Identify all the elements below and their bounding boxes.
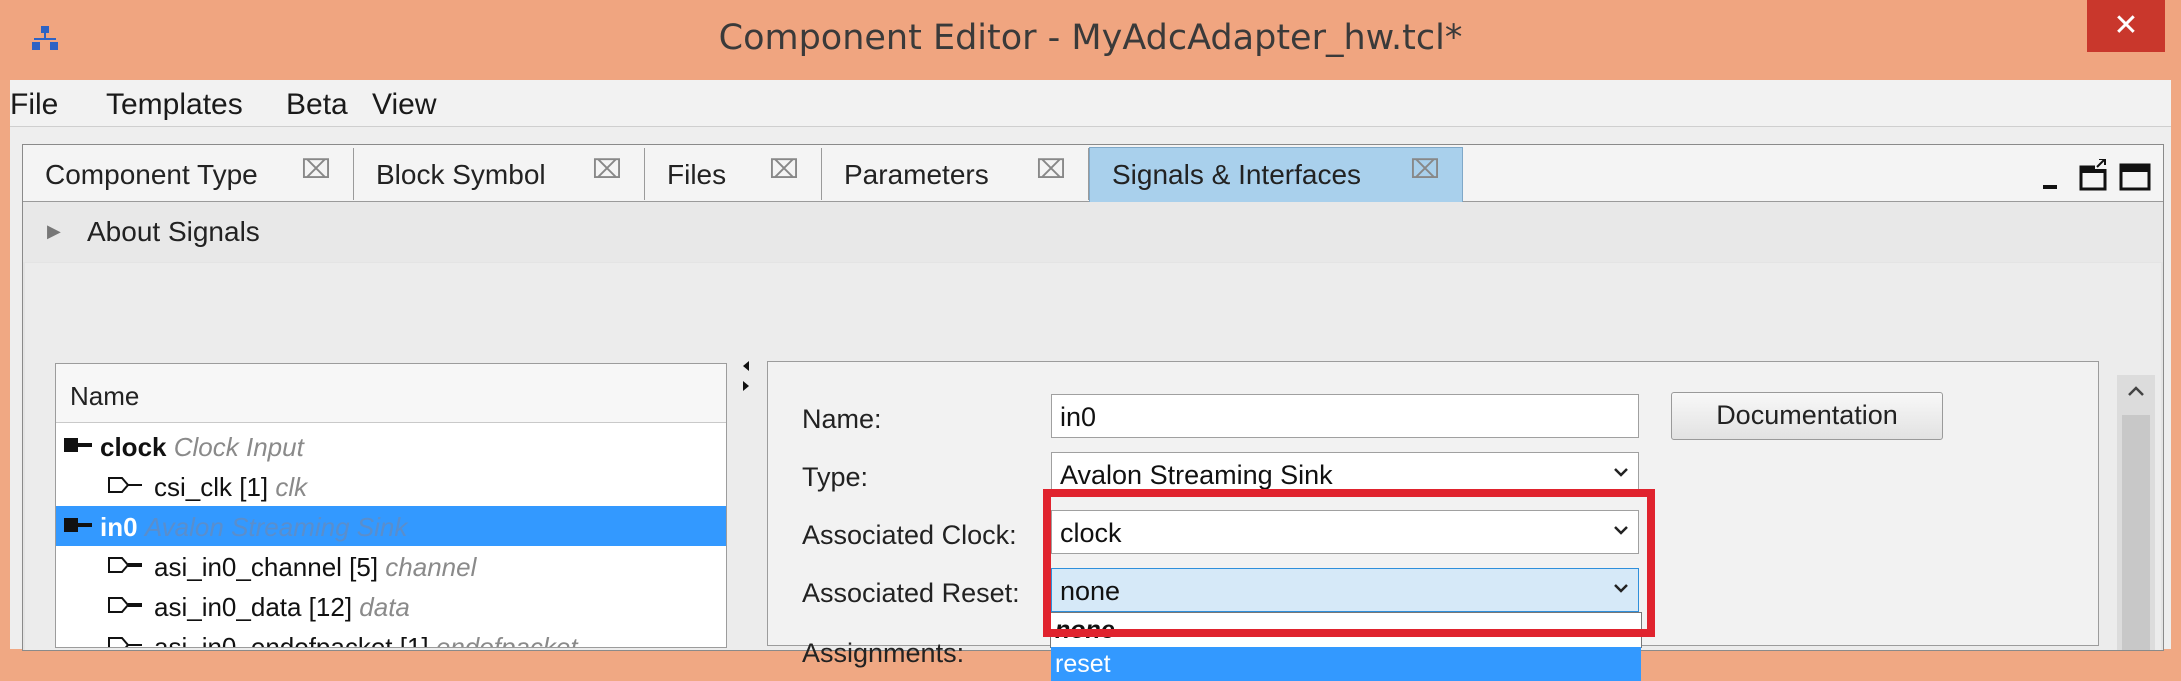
dropdown-option-reset[interactable]: reset bbox=[1051, 647, 1641, 681]
tree-row-csi-clk[interactable]: csi_clk [1] clk bbox=[56, 466, 726, 506]
chevron-up-icon[interactable] bbox=[2125, 381, 2147, 403]
option-label: reset bbox=[1055, 650, 1111, 678]
type-select-value: Avalon Streaming Sink bbox=[1060, 460, 1333, 490]
tree-row-asi-in0-channel[interactable]: asi_in0_channel [5] channel bbox=[56, 546, 726, 586]
tree-row-name: asi_in0_endofpacket [1] bbox=[154, 632, 429, 647]
menu-templates[interactable]: Templates bbox=[106, 88, 243, 122]
view-controls bbox=[2043, 159, 2151, 191]
menu-beta[interactable]: Beta bbox=[286, 88, 348, 122]
assignments-label: Assignments: bbox=[802, 638, 965, 668]
tab-label: Files bbox=[667, 159, 727, 190]
associated-reset-label: Associated Reset: bbox=[802, 578, 1020, 608]
tree-row-clock[interactable]: clock Clock Input bbox=[56, 426, 726, 466]
tab-block-symbol[interactable]: Block Symbol ⌧ bbox=[354, 148, 645, 200]
tab-close-icon[interactable]: ⌧ bbox=[301, 154, 331, 185]
menu-bar: File Templates Beta View bbox=[10, 80, 2171, 127]
type-label: Type: bbox=[802, 462, 869, 492]
scrollbar-thumb[interactable] bbox=[2122, 415, 2150, 650]
tab-close-icon[interactable]: ⌧ bbox=[769, 154, 799, 185]
red-highlight-box bbox=[1043, 489, 1655, 637]
menu-file[interactable]: File bbox=[10, 88, 58, 122]
tree-row-name: asi_in0_data [12] bbox=[154, 592, 353, 622]
name-input[interactable]: in0 bbox=[1051, 394, 1639, 438]
tree-header: Name bbox=[56, 364, 726, 423]
tab-row: Component Type ⌧ Block Symbol ⌧ Files ⌧ … bbox=[23, 145, 2163, 202]
tree-row-type: endofpacket bbox=[435, 632, 578, 647]
tab-label: Parameters bbox=[844, 159, 989, 190]
tab-label: Block Symbol bbox=[376, 159, 546, 190]
tab-signals-interfaces[interactable]: Signals & Interfaces ⌧ bbox=[1089, 147, 1463, 202]
tree-row-name: asi_in0_channel [5] bbox=[154, 552, 379, 582]
tree-row-name: csi_clk [1] bbox=[154, 472, 269, 502]
signal-icon bbox=[108, 557, 142, 573]
tab-files[interactable]: Files ⌧ bbox=[645, 148, 822, 200]
tree-row-in0[interactable]: in0 Avalon Streaming Sink bbox=[56, 506, 726, 546]
tree-row-type: Avalon Streaming Sink bbox=[144, 512, 408, 542]
tree-row-type: channel bbox=[385, 552, 477, 582]
tree-row-name: clock bbox=[100, 432, 167, 462]
interface-icon bbox=[64, 438, 92, 452]
title-bar[interactable]: Component Editor - MyAdcAdapter_hw.tcl* … bbox=[0, 0, 2181, 80]
chevron-down-icon bbox=[1614, 468, 1628, 477]
minimize-icon bbox=[2043, 185, 2057, 189]
tree-row-asi-in0-endofpacket[interactable]: asi_in0_endofpacket [1] endofpacket bbox=[56, 626, 726, 647]
tab-label: Signals & Interfaces bbox=[1112, 159, 1362, 190]
tab-close-icon[interactable]: ⌧ bbox=[592, 154, 622, 185]
splitter-arrows-icon[interactable] bbox=[741, 361, 751, 391]
documentation-button[interactable]: Documentation bbox=[1671, 392, 1943, 440]
name-column-header: Name bbox=[70, 381, 140, 411]
tree-row-name: in0 bbox=[100, 512, 138, 542]
tree-row-type: clk bbox=[275, 472, 308, 502]
vertical-scrollbar[interactable] bbox=[2117, 375, 2155, 650]
tab-parameters[interactable]: Parameters ⌧ bbox=[822, 148, 1089, 200]
about-signals-section[interactable]: ▶ About Signals bbox=[23, 202, 2163, 262]
signal-icon bbox=[108, 597, 142, 613]
tree-row-type: Clock Input bbox=[173, 432, 304, 462]
expand-triangle-icon[interactable]: ▶ bbox=[47, 221, 61, 242]
tree-row-asi-in0-data[interactable]: asi_in0_data [12] data bbox=[56, 586, 726, 626]
tab-component-type[interactable]: Component Type ⌧ bbox=[23, 148, 354, 200]
interface-icon bbox=[64, 518, 92, 532]
tab-close-icon[interactable]: ⌧ bbox=[1410, 154, 1440, 185]
name-label: Name: bbox=[802, 404, 882, 434]
about-signals-label: About Signals bbox=[87, 216, 260, 247]
window-title: Component Editor - MyAdcAdapter_hw.tcl* bbox=[718, 18, 1463, 58]
close-button[interactable]: ✕ bbox=[2087, 0, 2165, 52]
tab-label: Component Type bbox=[45, 159, 258, 190]
associated-clock-label: Associated Clock: bbox=[802, 520, 1017, 550]
menu-view[interactable]: View bbox=[372, 88, 436, 122]
name-input-value: in0 bbox=[1060, 402, 1097, 432]
tree-row-type: data bbox=[359, 592, 410, 622]
signal-icon bbox=[108, 637, 142, 647]
signal-tree[interactable]: Name clock Clock Input csi_clk [1] clk i… bbox=[55, 363, 727, 648]
signal-icon bbox=[108, 477, 142, 493]
tab-close-icon[interactable]: ⌧ bbox=[1036, 154, 1066, 185]
